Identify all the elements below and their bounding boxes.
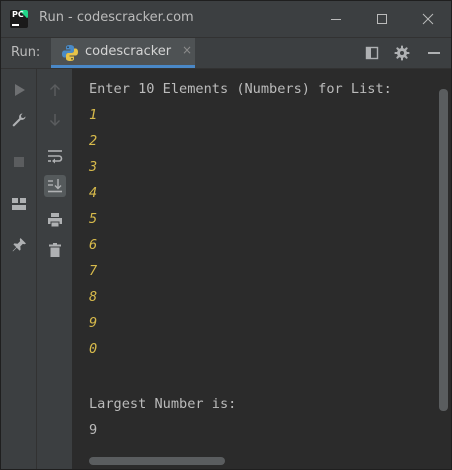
pin-tab-button[interactable]	[8, 234, 30, 256]
console-input-line: 5	[89, 211, 98, 227]
pin-icon	[12, 238, 26, 252]
tab-codescracker[interactable]: codescracker ×	[51, 38, 195, 68]
console-input-line: 4	[89, 185, 98, 201]
console-input-line: 7	[89, 263, 98, 279]
layout-icon	[12, 198, 26, 210]
minimize-icon	[331, 19, 341, 20]
soft-wrap-button[interactable]	[44, 145, 66, 167]
console-output[interactable]: Enter 10 Elements (Numbers) for List: 1 …	[73, 69, 435, 469]
restore-layout-button[interactable]	[363, 44, 381, 62]
stop-button[interactable]	[8, 151, 30, 173]
console-input-line: 3	[89, 159, 98, 175]
console-prompt: Enter 10 Elements (Numbers) for List:	[89, 81, 392, 97]
console-input-line: 6	[89, 237, 98, 253]
wrench-icon	[12, 113, 26, 127]
edit-configuration-button[interactable]	[8, 109, 30, 131]
clear-all-button[interactable]	[44, 239, 66, 261]
horizontal-scrollbar[interactable]	[89, 457, 225, 465]
run-panel-header: Run: codescracker ×	[1, 37, 451, 69]
python-file-icon	[62, 45, 78, 61]
trash-icon	[49, 243, 61, 257]
result-label: Largest Number is:	[89, 396, 237, 412]
scroll-to-end-icon	[48, 179, 62, 193]
console-actions-toolbar	[37, 69, 73, 469]
window-title: Run - codescracker.com	[39, 10, 194, 25]
title-bar: PC Run - codescracker.com	[1, 1, 451, 37]
up-arrow-icon	[50, 84, 60, 96]
console-input-line: 9	[89, 315, 98, 331]
run-actions-toolbar	[1, 69, 37, 469]
maximize-button[interactable]	[359, 1, 405, 37]
run-label: Run:	[11, 45, 41, 60]
console-input-line: 1	[89, 107, 98, 123]
tab-label: codescracker	[85, 44, 172, 59]
previous-occurrence-button[interactable]	[44, 79, 66, 101]
minimize-button[interactable]	[313, 1, 359, 37]
close-button[interactable]	[405, 1, 451, 37]
maximize-icon	[377, 14, 387, 24]
ide-window: PC Run - codescracker.com Run: codescrac…	[0, 0, 452, 470]
minimize-panel-icon	[428, 52, 440, 54]
gear-icon	[394, 45, 410, 61]
print-button[interactable]	[44, 209, 66, 231]
soft-wrap-icon	[48, 150, 63, 164]
layout-button[interactable]	[8, 193, 30, 215]
close-icon	[422, 13, 434, 25]
next-occurrence-button[interactable]	[44, 109, 66, 131]
settings-button[interactable]	[393, 44, 411, 62]
tab-close-icon[interactable]: ×	[182, 43, 192, 57]
console-input-line: 8	[89, 289, 98, 305]
hide-panel-button[interactable]	[425, 44, 443, 62]
down-arrow-icon	[50, 114, 60, 126]
console-input-line: 0	[89, 341, 98, 357]
console-input-line: 2	[89, 133, 98, 149]
rerun-icon	[15, 84, 25, 96]
result-value: 9	[89, 422, 98, 438]
restore-layout-icon	[365, 46, 379, 60]
vertical-scrollbar[interactable]	[439, 89, 448, 411]
scroll-to-end-button[interactable]	[44, 175, 66, 197]
print-icon	[48, 213, 62, 228]
stop-icon	[14, 157, 24, 167]
rerun-button[interactable]	[8, 79, 30, 101]
pycharm-logo-icon: PC	[10, 10, 28, 28]
